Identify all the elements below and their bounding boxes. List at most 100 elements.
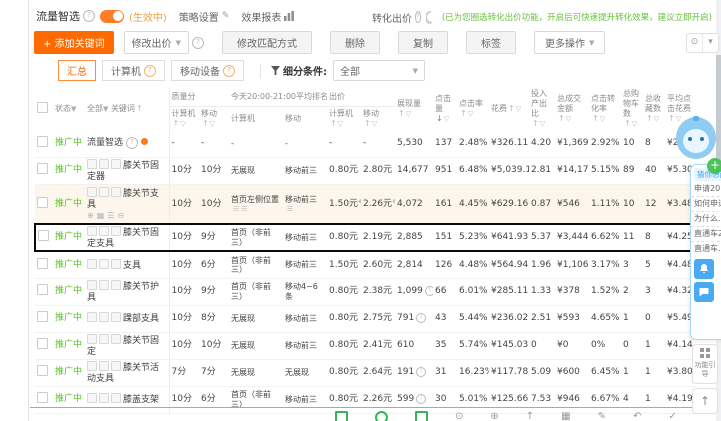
conversion-bid-toggle[interactable]: [425, 10, 438, 24]
col-cart[interactable]: 总购物车数↑▽: [621, 88, 643, 130]
row-checkbox[interactable]: [37, 257, 48, 269]
row-checkbox[interactable]: [37, 196, 48, 208]
sort-desc-icon[interactable]: ↓: [436, 114, 443, 123]
kw-quick-action-icon[interactable]: [87, 226, 97, 237]
cell-bid-pc[interactable]: 0.80元: [327, 157, 361, 185]
kw-quick-action-icon[interactable]: [111, 159, 121, 170]
add-icon[interactable]: ⊕: [87, 211, 97, 220]
sort-icon[interactable]: ↑: [508, 104, 515, 113]
cell-bid-mobile[interactable]: 2.75元: [361, 305, 395, 333]
cell-bid-mobile[interactable]: 2.26元✎: [361, 184, 395, 225]
kw-quick-action-icon[interactable]: [87, 258, 97, 269]
kw-quick-action-icon[interactable]: [87, 393, 97, 404]
arrow-up-icon[interactable]: ↑: [526, 411, 534, 421]
cell-bid-pc[interactable]: 0.80元: [327, 386, 361, 414]
kw-quick-action-icon[interactable]: [111, 280, 121, 291]
tab-pc[interactable]: 计算机?: [102, 60, 165, 81]
cell-bid-mobile[interactable]: 2.38元: [361, 278, 395, 306]
list-icon[interactable]: ☰: [287, 205, 293, 213]
grid-icon[interactable]: ▦: [561, 411, 570, 421]
keyword-name[interactable]: 膝关节活动支具: [87, 363, 159, 383]
kw-quick-action-icon[interactable]: [99, 226, 109, 237]
filter-select[interactable]: 全部 ▼: [333, 60, 425, 81]
kw-quick-action-icon[interactable]: [87, 334, 97, 345]
help-icon[interactable]: ?: [144, 64, 156, 77]
cell-bid-pc[interactable]: 1.50元✎: [327, 184, 361, 225]
filter-funnel-icon[interactable]: ▽: [406, 110, 411, 118]
strategy-settings-link[interactable]: 策略设置 ✎: [179, 9, 230, 24]
kw-quick-action-icon[interactable]: [111, 393, 121, 404]
column-settings-icon[interactable]: ⊙: [687, 34, 703, 52]
faq-item[interactable]: 申请20…: [691, 182, 721, 196]
feature-guide-button[interactable]: 功能引导: [692, 344, 718, 384]
cell-bid-mobile[interactable]: 2.64元: [361, 359, 395, 387]
list-icon[interactable]: ☰: [107, 211, 117, 220]
filter-funnel-icon[interactable]: ▽: [632, 120, 637, 128]
col-roi[interactable]: 投入产出比↑▽: [529, 88, 555, 130]
sort-icon[interactable]: ↑: [330, 119, 337, 128]
filter-funnel-icon[interactable]: ▽: [468, 110, 473, 118]
shape-rect-icon[interactable]: [335, 411, 348, 421]
filter-funnel-icon[interactable]: ▽: [540, 120, 545, 128]
keyword-name[interactable]: 膝关节固定器: [87, 161, 159, 181]
keyword-name[interactable]: 流量智选: [87, 138, 123, 148]
filter-funnel-icon[interactable]: ▽: [372, 120, 377, 128]
chat-button[interactable]: [694, 282, 714, 302]
pen-icon[interactable]: ✎: [598, 411, 606, 421]
row-checkbox[interactable]: [37, 365, 48, 377]
help-icon[interactable]: ?: [191, 36, 204, 49]
delete-button[interactable]: 删除: [329, 31, 380, 54]
add-keyword-button[interactable]: + 添加关键词: [34, 31, 114, 54]
cell-bid-mobile[interactable]: 2.60元: [361, 251, 395, 279]
col-bid-pc[interactable]: 计算机↑▽: [327, 107, 361, 130]
col-cvr[interactable]: 点击转化率↑▽: [589, 88, 621, 130]
modify-bid-select[interactable]: 修改出价 ▼: [123, 31, 189, 54]
sort-icon[interactable]: ↑: [136, 104, 143, 113]
kw-quick-action-icon[interactable]: [87, 312, 97, 323]
help-icon[interactable]: ?: [83, 10, 95, 22]
kw-quick-action-icon[interactable]: [99, 280, 109, 291]
cell-bid-mobile[interactable]: 2.41元: [361, 332, 395, 360]
filter-funnel-icon[interactable]: ▽: [180, 120, 185, 128]
col-status[interactable]: 状态▼: [53, 88, 85, 130]
row-checkbox[interactable]: [37, 392, 48, 404]
target-icon[interactable]: ⊙: [455, 411, 463, 421]
kw-quick-action-icon[interactable]: [111, 258, 121, 269]
col-ctr[interactable]: 点击率↑▽: [457, 88, 489, 130]
sort-icon[interactable]: ↑: [173, 119, 180, 128]
info-icon[interactable]: !: [416, 394, 427, 405]
cell-bid-pc[interactable]: 0.80元: [327, 332, 361, 360]
kw-quick-action-icon[interactable]: [99, 334, 109, 345]
tag-button[interactable]: 标签: [465, 31, 516, 54]
cell-bid-pc[interactable]: 1.50元: [327, 251, 361, 279]
kw-quick-action-icon[interactable]: [111, 226, 121, 237]
sort-icon[interactable]: ↑: [460, 109, 467, 118]
kw-quick-action-icon[interactable]: [87, 361, 97, 372]
collapse-icon[interactable]: ▾: [703, 34, 718, 52]
keyword-name[interactable]: 膝关节固定支具: [87, 228, 159, 248]
col-cost[interactable]: 花费↑▽: [489, 88, 529, 130]
tab-summary[interactable]: 汇总: [58, 60, 96, 81]
sort-icon[interactable]: ↑: [624, 119, 631, 128]
cell-bid-pc[interactable]: 0.80元: [327, 305, 361, 333]
sort-icon[interactable]: ↑: [646, 114, 653, 123]
row-checkbox[interactable]: [37, 284, 48, 296]
cell-bid-mobile[interactable]: 2.19元: [361, 223, 395, 252]
kw-quick-action-icon[interactable]: [111, 361, 121, 372]
list-icon[interactable]: ☰: [241, 205, 247, 213]
filter-funnel-icon[interactable]: ▽: [516, 105, 521, 113]
row-checkbox[interactable]: [37, 338, 48, 350]
add-icon[interactable]: ⊕: [490, 411, 498, 421]
keyword-name[interactable]: 踝部支具: [123, 314, 159, 324]
info-icon[interactable]: !: [424, 286, 433, 297]
chart-icon[interactable]: ▦: [97, 211, 108, 220]
cell-bid-mobile[interactable]: -: [361, 130, 395, 158]
copy-button[interactable]: 复制: [397, 31, 448, 54]
kw-quick-action-icon[interactable]: [99, 258, 109, 269]
kw-quick-action-icon[interactable]: [99, 312, 109, 323]
help-icon[interactable]: ?: [223, 64, 235, 77]
filter-funnel-icon[interactable]: ▽: [338, 120, 343, 128]
edit-icon[interactable]: ✎: [392, 199, 395, 209]
filter-funnel-icon[interactable]: ▽: [210, 120, 215, 128]
kw-quick-action-icon[interactable]: [111, 187, 121, 198]
